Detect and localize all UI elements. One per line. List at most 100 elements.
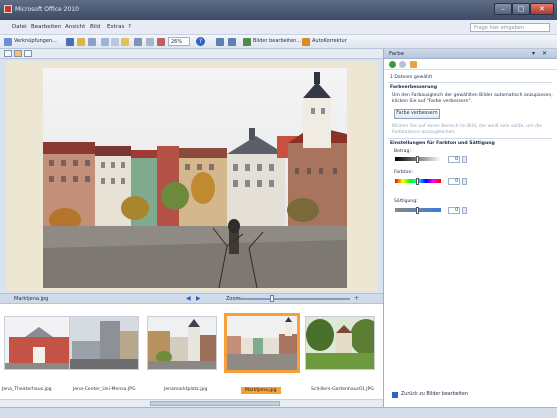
hue-slider-thumb[interactable]	[416, 178, 419, 185]
title-bar: Microsoft Office 2010 – ▢ ✕	[0, 0, 557, 20]
back-link-label: Zurück zu Bilder bearbeiten	[401, 392, 468, 397]
hue-spinner[interactable]	[462, 178, 467, 185]
saturation-slider-thumb[interactable]	[416, 207, 419, 214]
filmstrip-thumb[interactable]	[4, 316, 74, 370]
image-viewer-pane: Marktjena.jpg ◀ ▶ Zoom: + Jena_Theaterha…	[0, 49, 383, 407]
delete-icon[interactable]	[157, 38, 165, 46]
divider	[388, 82, 552, 83]
view-mode-bar	[0, 49, 383, 59]
filmstrip-thumb[interactable]	[69, 316, 139, 370]
thumb-label-selected: Marktjena.jpg	[241, 387, 281, 394]
zoom-combo[interactable]: 26%	[168, 37, 190, 46]
saturation-label: Sättigung:	[394, 199, 418, 204]
undo-icon[interactable]	[134, 38, 142, 46]
save-icon[interactable]	[66, 38, 74, 46]
filmstrip-view-icon[interactable]	[14, 50, 22, 57]
saturation-value-input[interactable]: 0	[448, 207, 460, 214]
shortcuts-button[interactable]: Verknüpfungen...	[14, 38, 57, 44]
filmstrip-scroll-thumb[interactable]	[150, 401, 280, 406]
menu-view[interactable]: Ansicht	[65, 24, 85, 30]
zoom-slider-track[interactable]	[238, 298, 350, 300]
pane-back-icon[interactable]	[389, 61, 396, 68]
rotate-left-icon[interactable]	[216, 38, 224, 46]
print-icon[interactable]	[88, 38, 96, 46]
previous-image-icon[interactable]: ◀	[186, 295, 191, 302]
minimize-button[interactable]: –	[494, 3, 512, 15]
amount-label: Betrag:	[394, 149, 411, 154]
paste-icon[interactable]	[121, 38, 129, 46]
pane-home-icon[interactable]	[410, 61, 417, 68]
edit-images-icon[interactable]	[243, 38, 251, 46]
zoom-in-icon[interactable]: +	[354, 295, 359, 302]
filmstrip-scrollbar[interactable]	[0, 399, 383, 407]
menu-file[interactable]: Datei	[12, 24, 27, 30]
filmstrip-thumb[interactable]	[147, 316, 217, 370]
thumbnail-view-icon[interactable]	[4, 50, 12, 57]
toolbar: Verknüpfungen... 26% ? Bilder bearbeiten…	[0, 35, 557, 49]
main-photo[interactable]	[43, 68, 347, 288]
saturation-spinner[interactable]	[462, 207, 467, 214]
colorfix-description-line2: klicken Sie auf "Farbe verbessern".	[392, 99, 473, 104]
shortcuts-icon[interactable]	[4, 38, 12, 46]
edit-images-button[interactable]: Bilder bearbeiten...	[253, 38, 301, 44]
task-pane-header: Farbe ▾ ✕	[384, 49, 557, 59]
menu-image[interactable]: Bild	[90, 24, 100, 30]
status-bar	[0, 407, 557, 418]
thumb-label: Schillers-Gartenhaus01.JPG	[311, 387, 374, 392]
task-pane-title: Farbe	[389, 51, 405, 57]
thumb-schillers-gartenhaus-image	[306, 317, 374, 369]
amount-slider-thumb[interactable]	[416, 156, 419, 163]
next-image-icon[interactable]: ▶	[196, 295, 201, 302]
menu-help[interactable]: ?	[128, 24, 131, 30]
maximize-button[interactable]: ▢	[512, 3, 530, 15]
viewer-nav-bar: Marktjena.jpg ◀ ▶ Zoom: +	[0, 293, 383, 303]
menu-edit[interactable]: Bearbeiten	[31, 24, 61, 30]
hue-value-input[interactable]: 0	[448, 178, 460, 185]
section-hue-saturation: Einstellungen für Farbton und Sättigung	[390, 141, 495, 146]
thumb-theaterhaus-image	[5, 317, 73, 369]
menu-tools[interactable]: Extras	[107, 24, 124, 30]
copy-icon[interactable]	[111, 38, 119, 46]
divider	[388, 138, 552, 139]
thumb-label: Jena_Theaterhaus.jpg	[2, 387, 52, 392]
app-window: Microsoft Office 2010 – ▢ ✕ Datei Bearbe…	[0, 0, 557, 418]
thumb-label: Jenamarktplatz.jpg	[164, 387, 208, 392]
pane-close-icon[interactable]: ✕	[542, 50, 547, 57]
single-view-icon[interactable]	[24, 50, 32, 57]
amount-value-input[interactable]: 0	[448, 156, 460, 163]
pane-forward-icon[interactable]	[399, 61, 406, 68]
task-pane: Farbe ▾ ✕ 1 Dateien gewählt Farbverbesse…	[383, 49, 557, 407]
autocorrect-icon[interactable]	[302, 38, 310, 46]
thumb-jenamarktplatz-image	[148, 317, 216, 369]
section-color-enhance: Farbverbesserung	[390, 85, 437, 90]
amount-spinner[interactable]	[462, 156, 467, 163]
thumb-jena-center-image	[70, 317, 138, 369]
improve-color-button[interactable]: Farbe verbessern	[394, 109, 440, 119]
menu-bar: Datei Bearbeiten Ansicht Bild Extras ? F…	[0, 20, 557, 35]
hue-label: Farbton:	[394, 170, 413, 175]
task-pane-nav	[384, 59, 557, 70]
window-title: Microsoft Office 2010	[15, 6, 79, 13]
back-arrow-icon	[392, 392, 398, 398]
current-filename: Marktjena.jpg	[14, 296, 49, 302]
zoom-slider-thumb[interactable]	[270, 295, 274, 302]
office-app-icon[interactable]	[4, 5, 12, 13]
colorfix-hint-line1: Klicken Sie auf einen Bereich im Bild, d…	[392, 124, 543, 129]
selected-count: 1 Dateien gewählt	[390, 75, 433, 80]
help-icon[interactable]: ?	[196, 37, 205, 46]
thumb-label: Jena-Center_Uni-Mensa.JPG	[73, 387, 136, 392]
colorfix-hint-line2: Farbbalance auszugleichen.	[392, 130, 456, 135]
close-button[interactable]: ✕	[530, 3, 554, 15]
back-to-edit-link[interactable]: Zurück zu Bilder bearbeiten	[392, 392, 468, 398]
help-search-input[interactable]: Frage hier eingeben	[470, 23, 550, 32]
image-canvas	[6, 61, 377, 291]
thumb-marktjena-image	[227, 316, 297, 370]
redo-icon[interactable]	[146, 38, 154, 46]
filmstrip-thumb[interactable]	[305, 316, 375, 370]
rotate-right-icon[interactable]	[228, 38, 236, 46]
cut-icon[interactable]	[101, 38, 109, 46]
pane-dropdown-icon[interactable]: ▾	[532, 50, 535, 57]
open-icon[interactable]	[77, 38, 85, 46]
autocorrect-button[interactable]: AutoKorrektur	[312, 38, 347, 44]
filmstrip-thumb-selected[interactable]	[224, 313, 300, 373]
